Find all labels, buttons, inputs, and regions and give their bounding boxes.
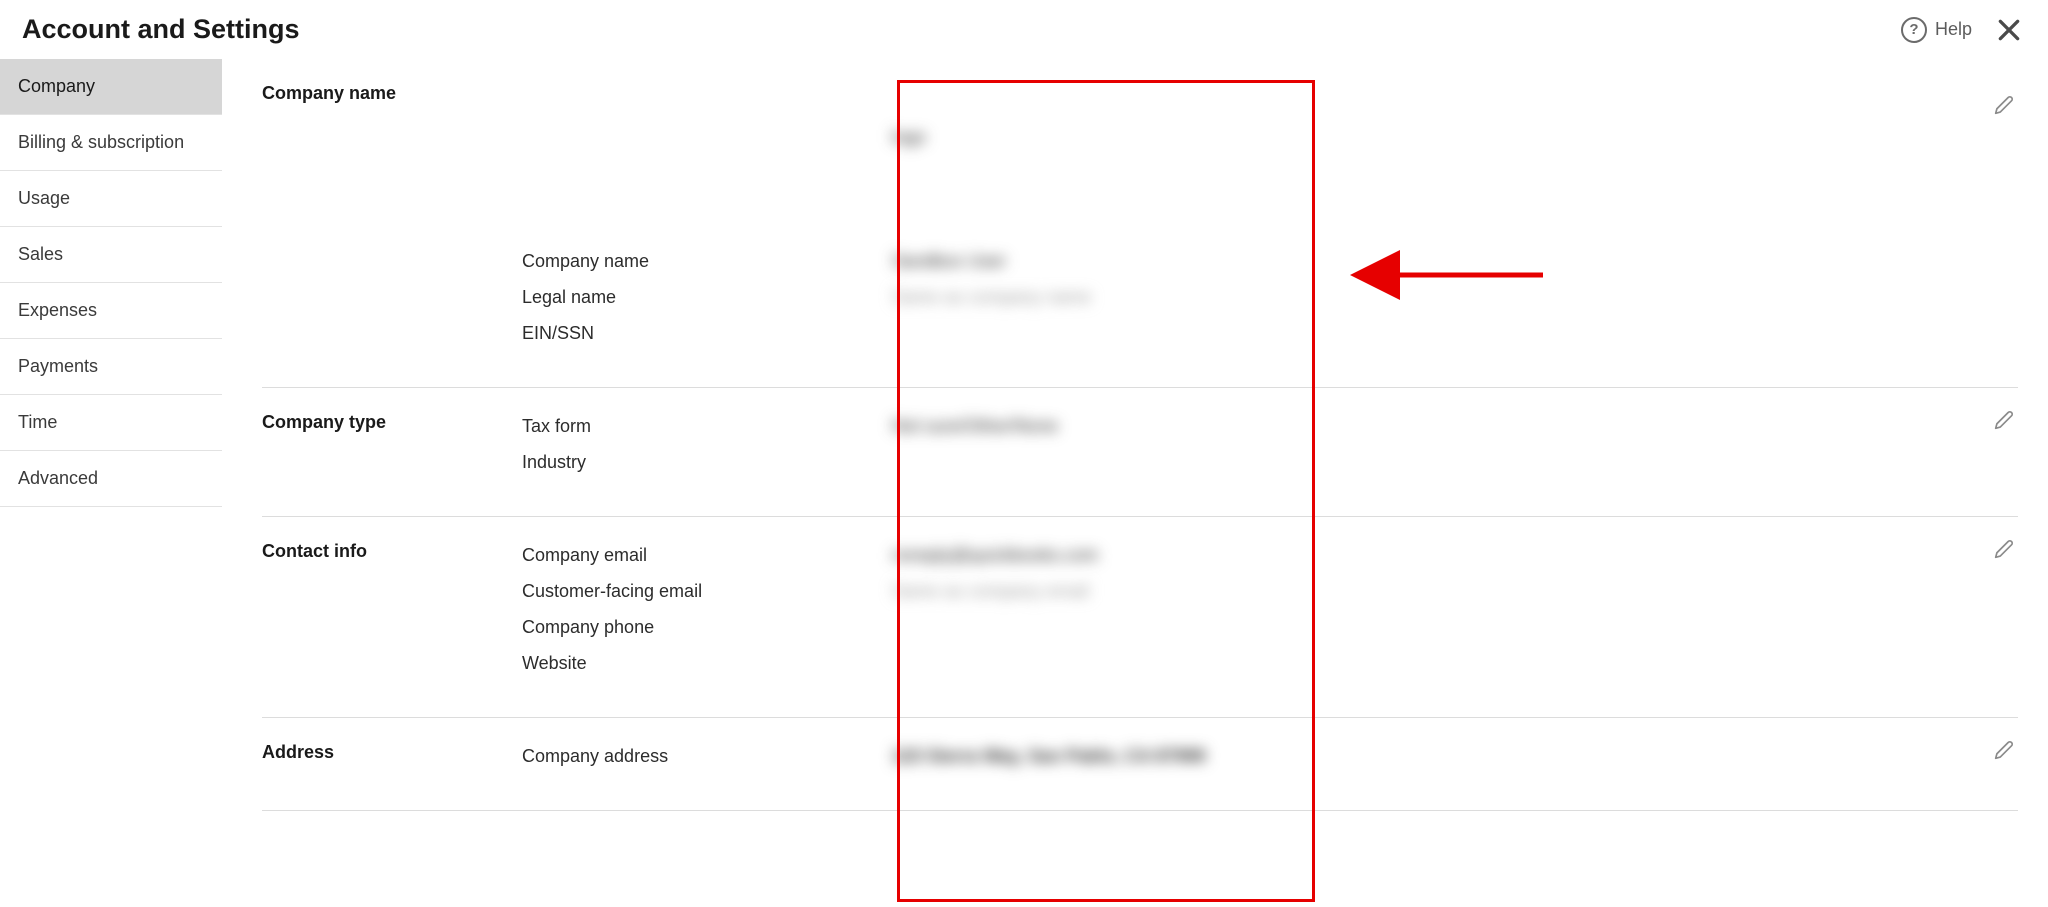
- customer-email-label: Customer-facing email: [522, 581, 892, 602]
- sidebar-item-billing[interactable]: Billing & subscription: [0, 115, 222, 171]
- company-email-label: Company email: [522, 545, 892, 566]
- company-address-value: 123 Sierra Way, San Pablo, CA 87999: [892, 746, 1206, 767]
- pencil-icon: [1994, 95, 2014, 115]
- pencil-icon: [1994, 539, 2014, 559]
- main-panel: Company name logo Company name Sandbox U…: [222, 59, 2048, 811]
- sidebar-item-company[interactable]: Company: [0, 59, 222, 115]
- website-label: Website: [522, 653, 892, 674]
- close-icon: [1996, 17, 2022, 43]
- section-title: Company name: [262, 81, 522, 359]
- sidebar-item-sales[interactable]: Sales: [0, 227, 222, 283]
- company-name-value: Sandbox User: [892, 251, 1006, 272]
- sidebar-item-advanced[interactable]: Advanced: [0, 451, 222, 507]
- section-contact-info: Contact info Company email noreply@quick…: [262, 517, 2018, 718]
- help-label: Help: [1935, 19, 1972, 40]
- tax-form-value: Not sure/Other/None: [892, 416, 1058, 437]
- pencil-icon: [1994, 410, 2014, 430]
- section-company-name: Company name logo Company name Sandbox U…: [262, 81, 2018, 388]
- help-icon: ?: [1901, 17, 1927, 43]
- sidebar: Company Billing & subscription Usage Sal…: [0, 59, 222, 507]
- section-address: Address Company address 123 Sierra Way, …: [262, 718, 2018, 811]
- section-title: Company type: [262, 410, 522, 488]
- company-name-label: Company name: [522, 251, 892, 272]
- company-logo-value: logo: [892, 127, 926, 148]
- header: Account and Settings ? Help: [0, 0, 2048, 59]
- edit-contact-info-button[interactable]: [1990, 535, 2018, 563]
- company-address-label: Company address: [522, 746, 892, 767]
- header-actions: ? Help: [1901, 15, 2024, 45]
- company-phone-label: Company phone: [522, 617, 892, 638]
- edit-company-type-button[interactable]: [1990, 406, 2018, 434]
- legal-name-value: Same as company name: [892, 287, 1091, 308]
- section-title: Contact info: [262, 539, 522, 689]
- close-button[interactable]: [1994, 15, 2024, 45]
- edit-company-name-button[interactable]: [1990, 91, 2018, 119]
- sidebar-item-time[interactable]: Time: [0, 395, 222, 451]
- section-company-type: Company type Tax form Not sure/Other/Non…: [262, 388, 2018, 517]
- tax-form-label: Tax form: [522, 416, 892, 437]
- company-email-value: noreply@quickbooks.com: [892, 545, 1098, 566]
- edit-address-button[interactable]: [1990, 736, 2018, 764]
- legal-name-label: Legal name: [522, 287, 892, 308]
- pencil-icon: [1994, 740, 2014, 760]
- help-button[interactable]: ? Help: [1901, 17, 1972, 43]
- sidebar-item-payments[interactable]: Payments: [0, 339, 222, 395]
- section-title: Address: [262, 740, 522, 782]
- sidebar-item-usage[interactable]: Usage: [0, 171, 222, 227]
- industry-label: Industry: [522, 452, 892, 473]
- ein-ssn-label: EIN/SSN: [522, 323, 892, 344]
- page-title: Account and Settings: [22, 14, 300, 45]
- customer-email-value: Same as company email: [892, 581, 1089, 602]
- sidebar-item-expenses[interactable]: Expenses: [0, 283, 222, 339]
